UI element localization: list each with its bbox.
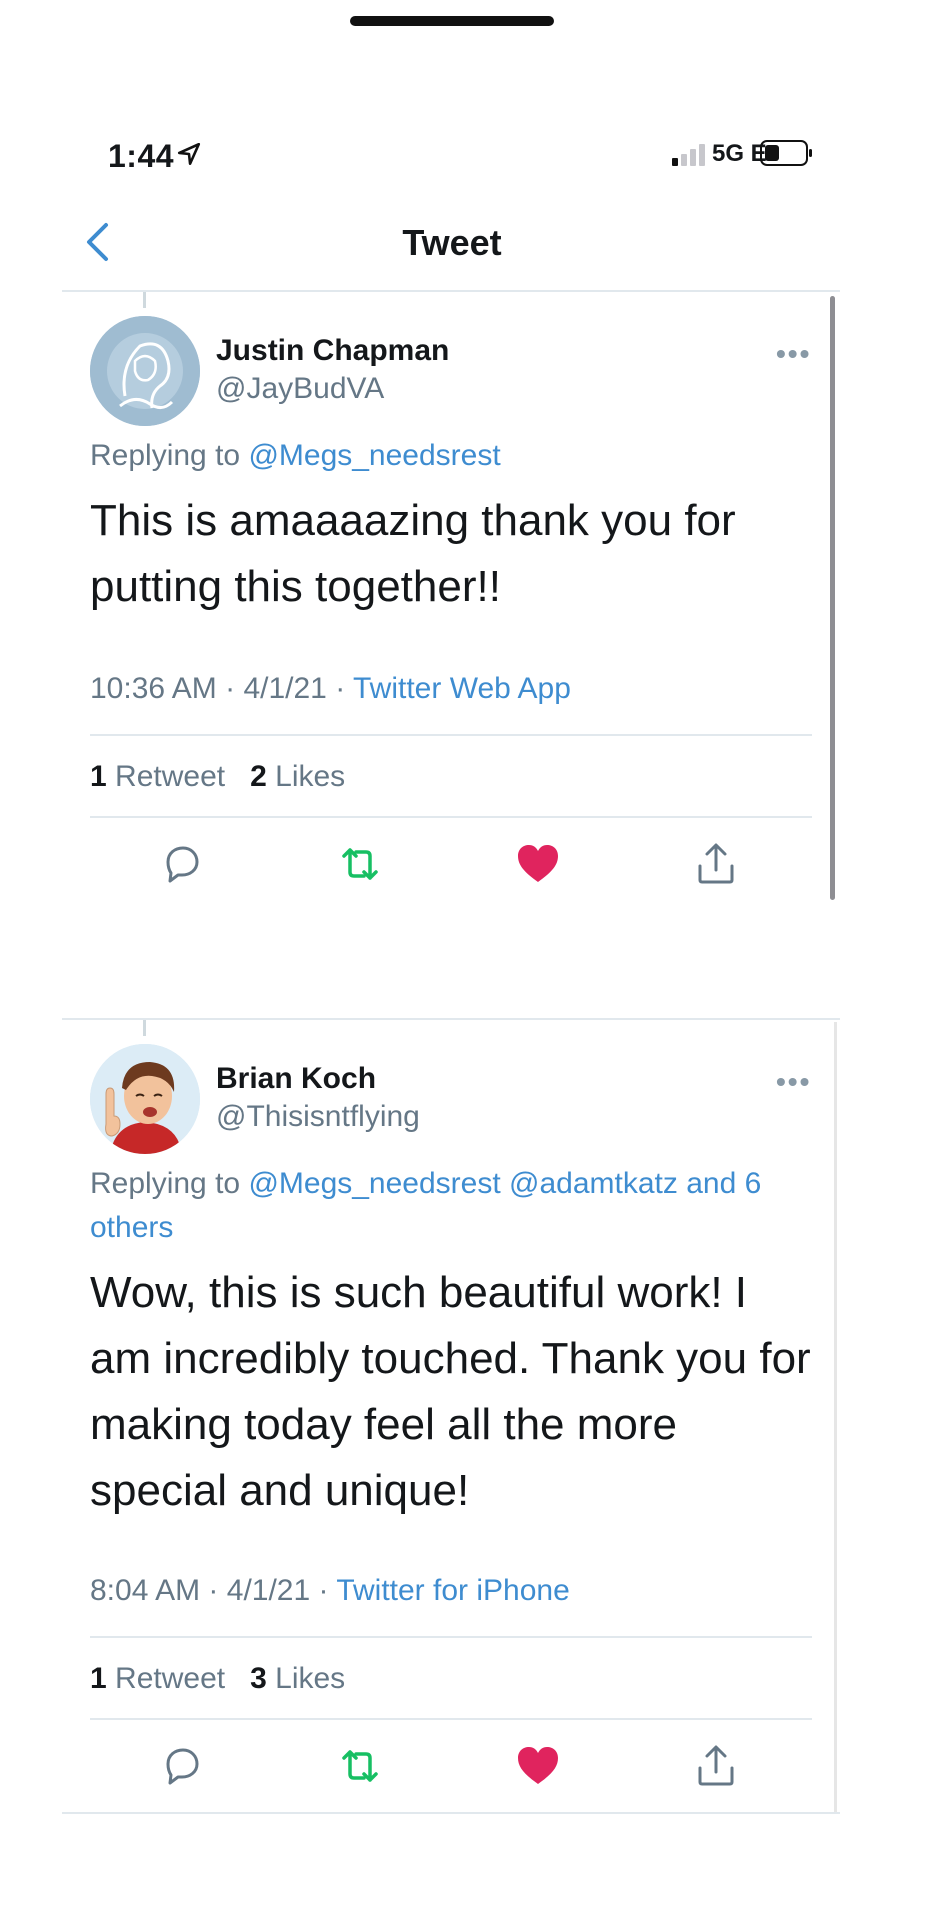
retweets-stat[interactable]: 1 Retweet [90,760,225,793]
location-arrow-icon [177,142,201,166]
tweet-time: 10:36 AM [90,672,217,705]
network-type: 5G E [712,140,767,167]
replying-to: Replying to @Megs_needsrest @adamtkatz a… [90,1162,830,1250]
tweet-text-line: Wow, this is such beautiful work! I [90,1268,748,1317]
reply-others-link[interactable]: others [90,1211,173,1244]
likes-label: Likes [275,760,346,793]
more-options-icon[interactable]: ••• [776,338,811,370]
retweets-label: Retweet [115,760,226,793]
thread-connector [143,292,146,308]
likes-stat[interactable]: 3 Likes [250,1662,345,1695]
avatar[interactable] [90,1044,200,1154]
divider [90,734,812,736]
tweet-source-link[interactable]: Twitter Web App [353,672,571,705]
retweet-icon[interactable] [336,1742,384,1790]
likes-stat[interactable]: 2 Likes [250,760,345,793]
more-options-icon[interactable]: ••• [776,1066,811,1098]
reply-mention-link[interactable]: @Megs_needsrest @adamtkatz and 6 [248,1167,761,1200]
share-icon[interactable] [692,1742,740,1790]
avatar[interactable] [90,316,200,426]
page-title: Tweet [402,222,502,263]
tweet-meta: 10:36 AM · 4/1/21 · Twitter Web App [90,672,571,706]
status-time: 1:44 [108,138,175,174]
nav-divider [62,290,840,292]
tweet-date: 4/1/21 [243,672,327,705]
retweets-count: 1 [90,1662,107,1695]
retweet-icon[interactable] [336,840,384,888]
likes-count: 3 [250,1662,267,1695]
author-name[interactable]: Justin Chapman [216,334,449,368]
meta-separator: · [335,672,346,705]
meta-separator: · [318,1574,329,1607]
share-icon[interactable] [692,840,740,888]
reply-mention-link[interactable]: @Megs_needsrest [248,439,500,472]
author-name[interactable]: Brian Koch [216,1062,376,1096]
tweet-time: 8:04 AM [90,1574,201,1607]
likes-count: 2 [250,760,267,793]
engagement-stats: 1 Retweet 2 Likes [90,760,345,794]
tweet-text: This is amaaaazing thank you for putting… [90,488,830,620]
battery-icon [760,140,812,166]
avatar-illustration [90,316,200,426]
tweet-text-line: special and unique! [90,1466,470,1515]
divider [62,1812,840,1814]
retweets-stat[interactable]: 1 Retweet [90,1662,225,1695]
replying-to-label: Replying to [90,1167,249,1200]
avatar-illustration [90,1044,200,1154]
author-handle[interactable]: @Thisisntflying [216,1100,420,1134]
engagement-stats: 1 Retweet 3 Likes [90,1662,345,1696]
meta-separator: · [208,1574,219,1607]
thread-connector [143,1020,146,1036]
home-indicator [350,16,554,26]
author-handle[interactable]: @JayBudVA [216,372,384,406]
divider [90,1636,812,1638]
likes-label: Likes [275,1662,346,1695]
tweet-meta: 8:04 AM · 4/1/21 · Twitter for iPhone [90,1574,570,1608]
reply-icon[interactable] [158,1742,206,1790]
reply-icon[interactable] [158,840,206,888]
divider [62,1018,840,1020]
signal-icon [672,144,705,166]
tweet-text: Wow, this is such beautiful work! I am i… [90,1260,830,1524]
meta-separator: · [225,672,236,705]
like-icon[interactable] [514,840,562,888]
tweet-source-link[interactable]: Twitter for iPhone [336,1574,569,1607]
tweet-date: 4/1/21 [226,1574,311,1607]
retweets-count: 1 [90,760,107,793]
tweet-text-line: putting this together!! [90,562,501,611]
replying-to: Replying to @Megs_needsrest [90,434,830,478]
divider [90,1718,812,1720]
like-icon[interactable] [514,1742,562,1790]
tweet-text-line: making today feel all the more [90,1400,677,1449]
retweets-label: Retweet [115,1662,226,1695]
tweet-text-line: This is amaaaazing thank you for [90,496,736,545]
tweet-text-line: am incredibly touched. Thank you for [90,1334,811,1383]
scrollbar[interactable] [830,296,835,900]
replying-to-label: Replying to [90,439,249,472]
divider [90,816,812,818]
scrollbar-track [834,1022,837,1812]
